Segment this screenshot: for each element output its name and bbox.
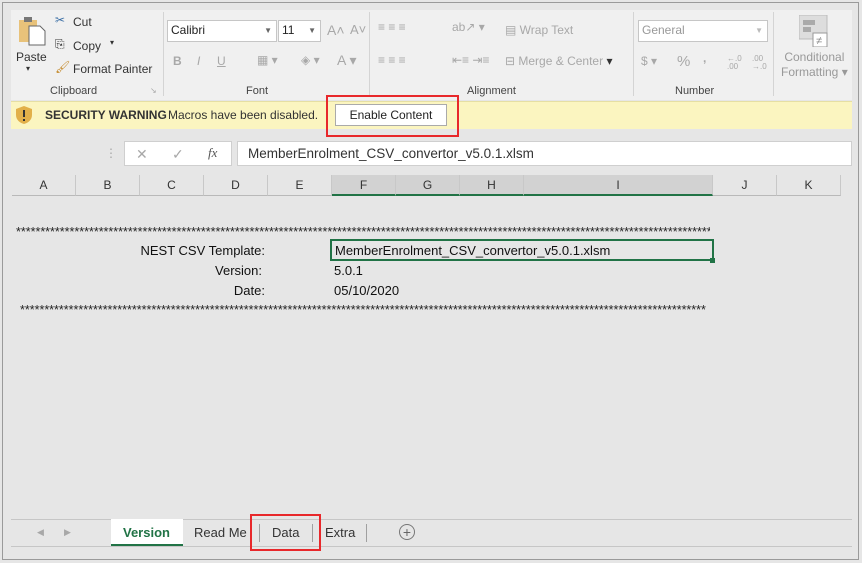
comma-button[interactable]: , <box>703 51 706 65</box>
scroll-tabs-left-icon[interactable]: ◀ <box>37 527 44 538</box>
separator <box>633 12 634 96</box>
cancel-icon[interactable]: ✕ <box>136 146 148 163</box>
conditional-formatting-icon: ≠ <box>798 14 831 48</box>
separator <box>163 12 164 96</box>
number-format-value: General <box>642 23 685 37</box>
conditional-formatting-button[interactable]: Conditional Formatting ▾ <box>781 50 848 80</box>
paste-button[interactable]: Paste <box>16 50 47 64</box>
svg-text:≠: ≠ <box>816 35 822 47</box>
paste-dropdown-icon[interactable]: ▾ <box>26 64 30 73</box>
copy-icon: ⎘ <box>55 37 65 51</box>
formula-bar-grip[interactable]: ⋮ <box>105 146 117 160</box>
clipboard-launcher-icon[interactable]: ↘ <box>150 86 157 95</box>
font-name-value: Calibri <box>171 23 206 37</box>
format-painter-button[interactable]: Format Painter <box>73 62 152 76</box>
column-header-f[interactable]: F <box>332 175 396 196</box>
fill-color-icon[interactable]: ◈ ▾ <box>301 53 320 67</box>
insert-function-icon[interactable]: fx <box>208 145 217 161</box>
format-painter-icon: 🖌 <box>55 60 71 74</box>
font-name-select[interactable]: Calibri ▼ <box>167 20 277 42</box>
shield-warning-icon <box>15 105 33 130</box>
tab-divider <box>366 524 367 542</box>
cut-icon: ✂ <box>55 13 66 27</box>
cut-button[interactable]: Cut <box>73 15 92 29</box>
font-color-button[interactable]: A ▾ <box>337 52 357 69</box>
accounting-format-icon[interactable]: $ ▾ <box>641 54 657 68</box>
orientation-icon[interactable]: ab↗ ▾ <box>452 20 485 34</box>
increase-font-icon[interactable]: A˄ <box>327 22 345 38</box>
template-value: MemberEnrolment_CSV_convertor_v5.0.1.xls… <box>335 243 611 258</box>
formula-value: MemberEnrolment_CSV_convertor_v5.0.1.xls… <box>248 146 534 161</box>
increase-decimal-button[interactable]: ←.0 .00 <box>727 55 747 71</box>
column-header-e[interactable]: E <box>268 175 332 196</box>
copy-dropdown-icon[interactable]: ▾ <box>110 38 114 47</box>
wrap-text-button[interactable]: ▤ Wrap Text <box>505 23 573 37</box>
date-label: Date: <box>233 283 265 298</box>
column-header-d[interactable]: D <box>204 175 268 196</box>
font-size-select[interactable]: 11 ▼ <box>278 20 321 42</box>
copy-button[interactable]: Copy <box>73 39 101 53</box>
highlight-box <box>326 95 459 137</box>
clipboard-group-label: Clipboard <box>50 85 98 97</box>
tab-extra[interactable]: Extra <box>325 521 355 545</box>
separator <box>369 12 370 96</box>
column-header-g[interactable]: G <box>396 175 460 196</box>
add-sheet-button[interactable]: + <box>399 524 415 540</box>
date-value: 05/10/2020 <box>334 283 400 298</box>
column-header-h[interactable]: H <box>460 175 524 196</box>
percent-button[interactable]: % <box>677 53 690 70</box>
number-group-label: Number <box>675 85 715 97</box>
alignment-group-label: Alignment <box>467 85 516 97</box>
paste-icon <box>18 16 46 46</box>
scroll-tabs-right-icon[interactable]: ▶ <box>64 527 71 538</box>
version-value: 5.0.1 <box>334 263 363 278</box>
indent-icon[interactable]: ⇤≡ ⇥≡ <box>452 53 489 67</box>
borders-icon[interactable]: ▦ ▾ <box>257 53 278 67</box>
security-warning-title: SECURITY WARNING <box>45 108 167 122</box>
column-header-i[interactable]: I <box>524 175 713 196</box>
bold-button[interactable]: B <box>173 54 182 68</box>
italic-button[interactable]: I <box>197 54 200 68</box>
merge-center-button[interactable]: ⊟ Merge & Center ▾ <box>505 54 612 68</box>
enter-icon[interactable]: ✓ <box>172 146 184 163</box>
separator <box>773 12 774 96</box>
column-header-b[interactable]: B <box>76 175 140 196</box>
align-top-icon[interactable]: ≡ ≡ ≡ <box>378 20 406 34</box>
tab-version-label: Version <box>123 525 170 540</box>
separator-stars-bottom: ****************************************… <box>20 303 706 315</box>
column-header-k[interactable]: K <box>777 175 841 196</box>
highlight-box <box>250 514 321 551</box>
align-left-icon[interactable]: ≡ ≡ ≡ <box>378 53 406 67</box>
column-header-a[interactable]: A <box>12 175 76 196</box>
separator-stars-top: ****************************************… <box>16 225 710 237</box>
font-group-label: Font <box>246 85 269 97</box>
column-header-c[interactable]: C <box>140 175 204 196</box>
column-header-j[interactable]: J <box>713 175 777 196</box>
decrease-font-icon[interactable]: A˅ <box>350 22 366 37</box>
font-size-value: 11 <box>282 23 295 37</box>
template-label: NEST CSV Template: <box>140 243 265 258</box>
number-format-select[interactable]: General ▼ <box>638 20 768 42</box>
version-label: Version: <box>215 263 262 278</box>
underline-button[interactable]: U <box>217 54 226 68</box>
security-warning-message: Macros have been disabled. <box>168 108 319 122</box>
decrease-decimal-button[interactable]: .00 →.0 <box>752 55 772 71</box>
fill-handle[interactable] <box>710 258 715 263</box>
tab-read-me[interactable]: Read Me <box>194 521 247 545</box>
